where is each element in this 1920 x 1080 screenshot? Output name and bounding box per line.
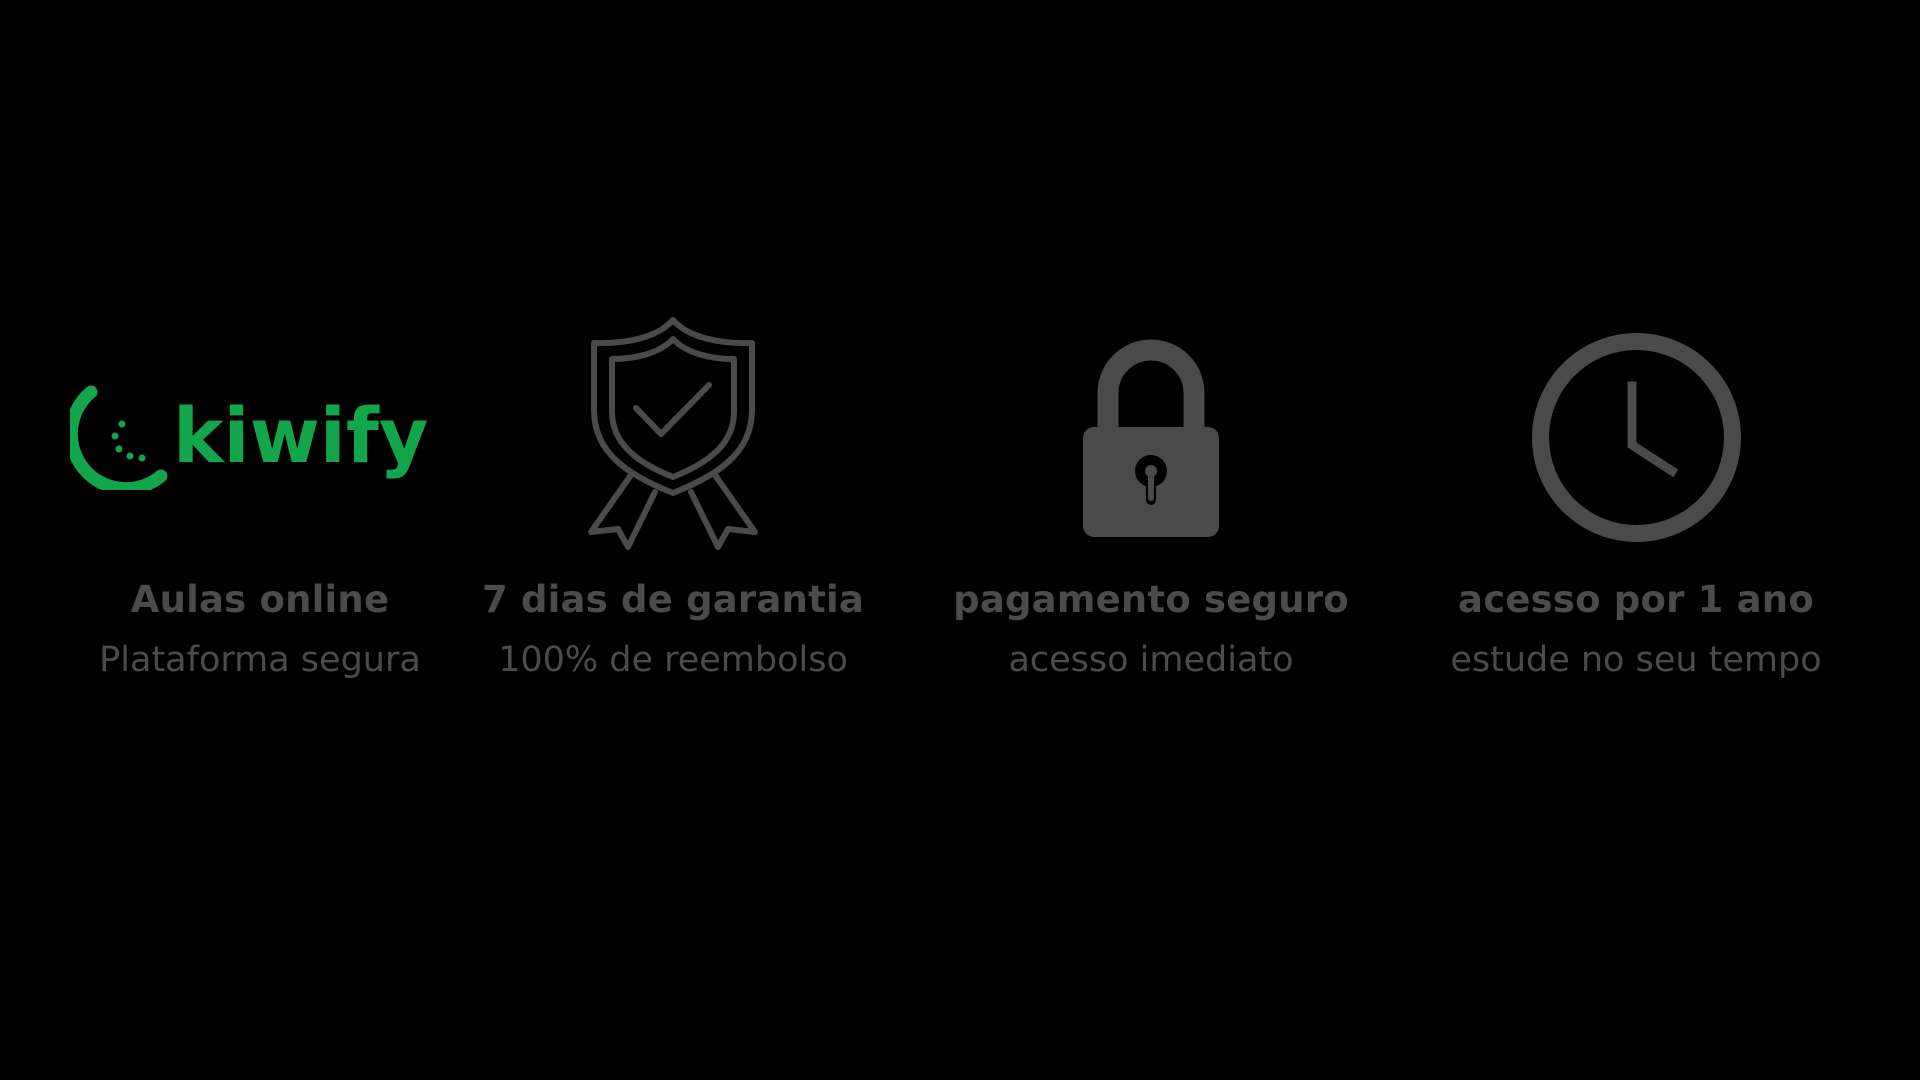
kiwify-wordmark: kiwify <box>173 391 428 480</box>
feature-subtitle: estude no seu tempo <box>1450 640 1822 680</box>
feature-subtitle: Plataforma segura <box>99 640 421 680</box>
kiwify-logo: kiwify <box>30 380 490 490</box>
feature-subtitle: acesso imediato <box>1008 640 1294 680</box>
feature-title: pagamento seguro <box>953 578 1349 621</box>
feature-subtitle: 100% de reembolso <box>498 640 848 680</box>
feature-title: Aulas online <box>130 578 390 621</box>
feature-title: acesso por 1 ano <box>1458 578 1814 621</box>
feature-guarantee: 7 dias de garantia 100% de reembolso <box>443 0 903 1080</box>
feature-title: 7 dias de garantia <box>481 578 865 621</box>
kiwify-logo-mark: kiwify <box>70 385 428 490</box>
feature-secure-payment: pagamento seguro acesso imediato <box>921 0 1381 1080</box>
padlock-icon <box>921 335 1381 540</box>
clock-icon <box>1406 330 1866 545</box>
award-shield-check-icon <box>443 315 903 550</box>
feature-online-classes: kiwify Aulas online Plataforma segura <box>30 0 490 1080</box>
feature-one-year-access: acesso por 1 ano estude no seu tempo <box>1406 0 1866 1080</box>
